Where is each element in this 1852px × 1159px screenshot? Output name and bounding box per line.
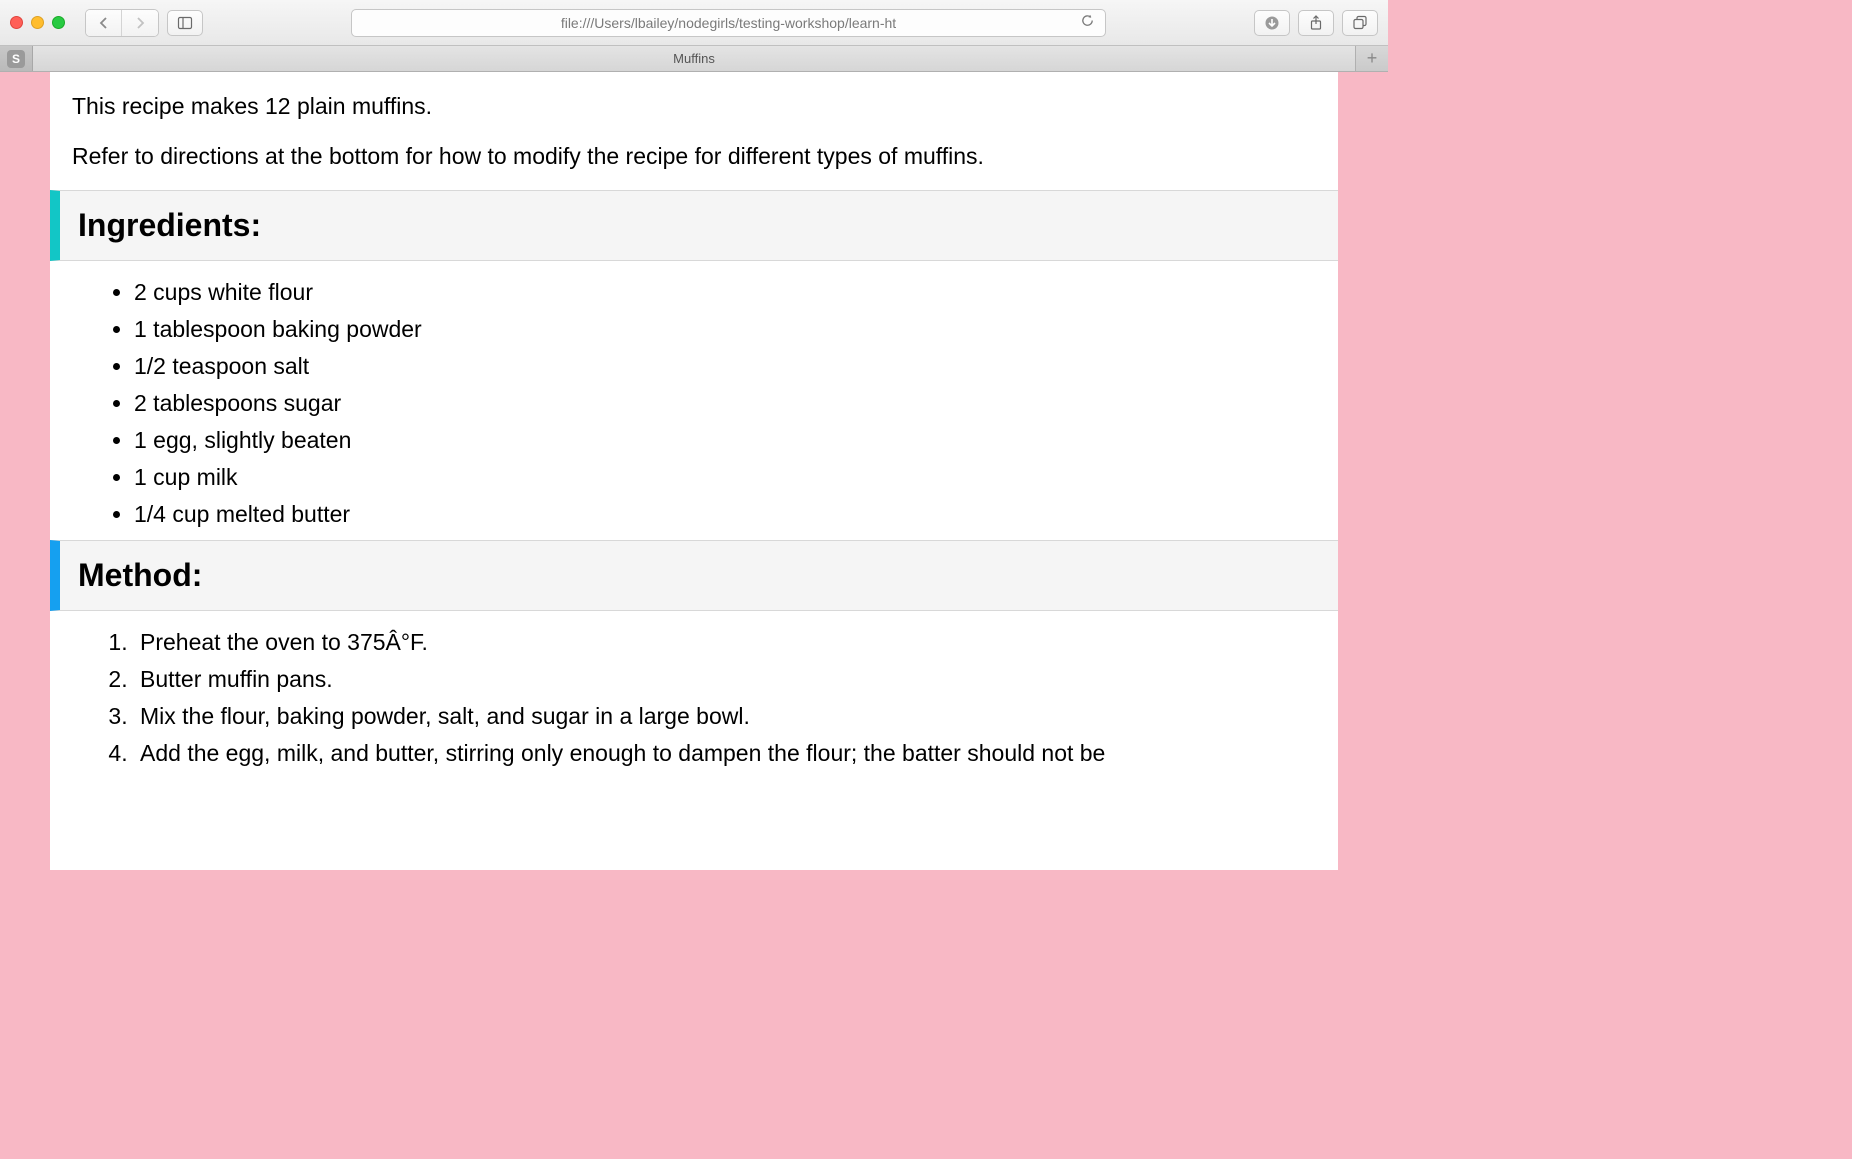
navigation-buttons <box>85 9 159 37</box>
minimize-window-button[interactable] <box>31 16 44 29</box>
forward-button[interactable] <box>122 10 158 36</box>
maximize-window-button[interactable] <box>52 16 65 29</box>
recipe-content: This recipe makes 12 plain muffins. Refe… <box>50 72 1338 870</box>
sidebar-icon <box>177 15 193 31</box>
list-item: 1/4 cup melted butter <box>134 501 1316 528</box>
chevron-right-icon <box>132 15 148 31</box>
tabs-button[interactable] <box>1342 10 1378 36</box>
favorites-tab[interactable]: S <box>0 46 33 71</box>
intro-line-1: This recipe makes 12 plain muffins. <box>72 90 1316 122</box>
list-item: 2 tablespoons sugar <box>134 390 1316 417</box>
list-item: 1/2 teaspoon salt <box>134 353 1316 380</box>
list-item: 1 cup milk <box>134 464 1316 491</box>
address-bar[interactable]: file:///Users/lbailey/nodegirls/testing-… <box>351 9 1106 37</box>
sidebar-toggle-button[interactable] <box>167 10 203 36</box>
tab-title: Muffins <box>673 51 715 66</box>
list-item: Mix the flour, baking powder, salt, and … <box>134 703 1316 730</box>
reload-button[interactable] <box>1080 13 1095 32</box>
browser-toolbar: file:///Users/lbailey/nodegirls/testing-… <box>0 0 1388 46</box>
chevron-left-icon <box>96 15 112 31</box>
list-item: 1 egg, slightly beaten <box>134 427 1316 454</box>
share-icon <box>1308 15 1324 31</box>
list-item: 1 tablespoon baking powder <box>134 316 1316 343</box>
share-button[interactable] <box>1298 10 1334 36</box>
page-viewport: This recipe makes 12 plain muffins. Refe… <box>0 72 1388 870</box>
list-item: 2 cups white flour <box>134 279 1316 306</box>
url-text: file:///Users/lbailey/nodegirls/testing-… <box>561 15 896 31</box>
tab-bar: S Muffins + <box>0 46 1388 72</box>
list-item: Add the egg, milk, and butter, stirring … <box>134 740 1316 767</box>
list-item: Butter muffin pans. <box>134 666 1316 693</box>
close-window-button[interactable] <box>10 16 23 29</box>
downloads-button[interactable] <box>1254 10 1290 36</box>
ingredients-list: 2 cups white flour 1 tablespoon baking p… <box>72 279 1316 528</box>
toolbar-right-buttons <box>1254 10 1378 36</box>
back-button[interactable] <box>86 10 122 36</box>
intro-line-2: Refer to directions at the bottom for ho… <box>72 140 1316 172</box>
plus-icon: + <box>1367 48 1378 69</box>
method-list: Preheat the oven to 375Â°F. Butter muffi… <box>72 629 1316 767</box>
download-icon <box>1264 15 1280 31</box>
tabs-icon <box>1352 15 1368 31</box>
window-controls <box>10 16 65 29</box>
new-tab-button[interactable]: + <box>1355 46 1388 71</box>
method-heading: Method: <box>50 540 1338 611</box>
ingredients-heading: Ingredients: <box>50 190 1338 261</box>
page-tab[interactable]: Muffins <box>33 46 1355 71</box>
list-item: Preheat the oven to 375Â°F. <box>134 629 1316 656</box>
favorite-badge: S <box>7 50 25 68</box>
reload-icon <box>1080 13 1095 28</box>
